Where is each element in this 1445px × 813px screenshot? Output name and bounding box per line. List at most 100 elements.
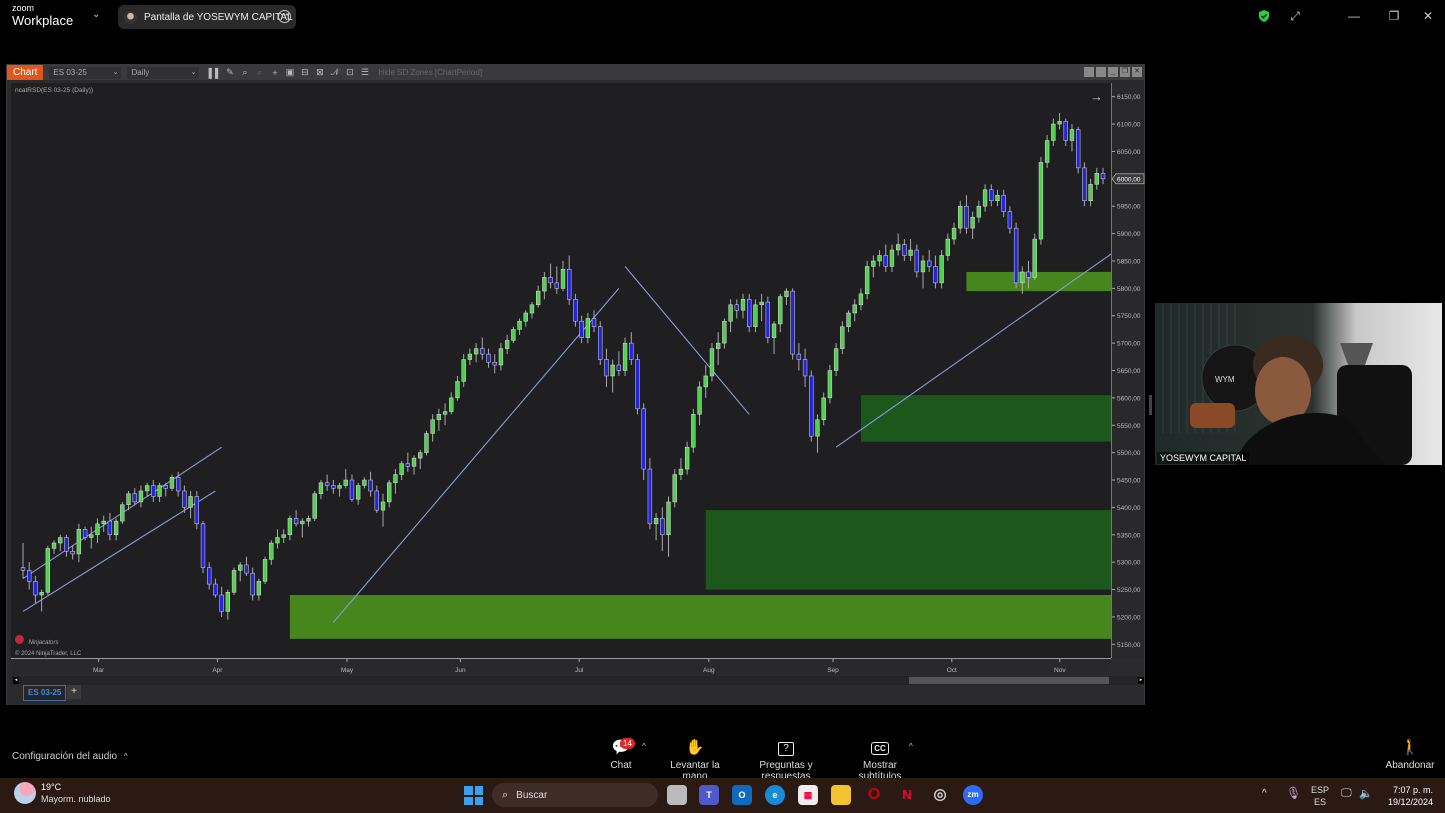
- y-tick-label: 5550,00: [1117, 423, 1141, 430]
- screen-share-indicator[interactable]: Pantalla de YOSEWYM CAPITAL •••: [118, 5, 296, 29]
- candle-down: [902, 244, 907, 256]
- hand-icon: ✋: [685, 739, 705, 756]
- hide-sd-zones-button[interactable]: Hide SD Zones [ChartPeriod]: [378, 68, 482, 77]
- candle-up: [945, 238, 951, 256]
- candle-up: [827, 370, 833, 399]
- taskbar-search[interactable]: ⌕ Buscar: [492, 783, 658, 807]
- chart-tab[interactable]: Chart: [7, 65, 44, 80]
- qa-button[interactable]: ? Preguntas y respuestas: [738, 738, 834, 782]
- network-icon[interactable]: 🖵: [1341, 787, 1352, 800]
- layout-icon[interactable]: [1096, 67, 1106, 77]
- restore-icon[interactable]: ❐: [1120, 67, 1130, 77]
- chart-trader-icon[interactable]: ⊟: [297, 67, 312, 78]
- candle-up: [188, 496, 193, 508]
- candle-down: [293, 518, 299, 525]
- data-box-icon[interactable]: ▣: [282, 67, 297, 78]
- language-indicator[interactable]: ESP ES: [1311, 784, 1329, 808]
- candle-down: [635, 359, 640, 410]
- chevron-down-icon[interactable]: ⌄: [92, 9, 100, 20]
- windows-start-icon[interactable]: [464, 786, 483, 805]
- minimize-icon[interactable]: —: [1331, 9, 1377, 23]
- audio-settings-button[interactable]: Configuración del audio ^: [12, 751, 128, 762]
- chat-badge: 14: [620, 738, 635, 749]
- participant-video[interactable]: WYM YOSEWYM CAPITAL: [1155, 303, 1442, 465]
- scroll-thumb[interactable]: [909, 677, 1109, 684]
- fullscreen-icon[interactable]: ⤢: [1285, 9, 1305, 24]
- candle-up: [287, 518, 293, 536]
- time-axis[interactable]: Mar Apr May Jun Jul Aug Sep Oct Nov: [11, 658, 1111, 675]
- task-view-icon[interactable]: [667, 785, 687, 805]
- candle-up: [560, 268, 566, 289]
- chart-toolbar: Chart ES 03-25 ⌄ Daily ⌄ ▌▌ ✎ ⌕ ⌕ + ▣ ⊟ ⊠ …: [7, 65, 1144, 80]
- close-icon[interactable]: ✕: [1132, 67, 1142, 77]
- strategies-icon[interactable]: ⊠: [312, 67, 327, 78]
- candle-up: [759, 301, 764, 306]
- close-icon[interactable]: ✕: [1411, 9, 1445, 23]
- price-axis-ticks: 6150,00 6100,00 6050,00 6000,00 5950,00 5900,…: [1112, 94, 1145, 649]
- candle-down: [182, 490, 187, 508]
- outlook-icon[interactable]: O: [732, 785, 752, 805]
- candle-up: [976, 205, 982, 218]
- candle-up: [411, 457, 417, 467]
- candle-down: [1082, 167, 1087, 201]
- weather-widget[interactable]: 19°C Mayorm. nublado: [14, 782, 111, 804]
- period-select[interactable]: Daily ⌄: [127, 66, 200, 79]
- resize-handle[interactable]: [1149, 395, 1152, 415]
- drawing-tool-icon[interactable]: ✎: [222, 67, 237, 78]
- candle-up: [1069, 129, 1075, 141]
- file-explorer-icon[interactable]: [831, 785, 851, 805]
- tray-overflow-icon[interactable]: ^: [1262, 788, 1267, 799]
- instrument-select[interactable]: ES 03-25 ⌄: [49, 66, 122, 79]
- candle-up: [306, 518, 311, 522]
- layout-icon[interactable]: [1084, 67, 1094, 77]
- candle-down: [802, 359, 808, 377]
- volume-icon[interactable]: 🔈: [1359, 787, 1373, 800]
- leave-button[interactable]: 🚶 Abandonar: [1384, 738, 1436, 771]
- crosshair-icon[interactable]: +: [267, 68, 282, 78]
- zoom-in-icon[interactable]: ⌕: [237, 67, 252, 78]
- candlestick-chart[interactable]: [11, 83, 1111, 658]
- zoom-out-icon[interactable]: ⌕: [252, 67, 267, 78]
- add-tab-button[interactable]: +: [67, 685, 81, 699]
- bars-type-icon[interactable]: ▌▌: [207, 68, 222, 78]
- caret-up-icon[interactable]: ^: [642, 742, 646, 751]
- candle-down: [331, 485, 336, 489]
- caret-up-icon[interactable]: ^: [909, 742, 913, 751]
- raise-hand-button[interactable]: ✋ Levantar la mano: [658, 738, 732, 782]
- teams-icon[interactable]: T: [699, 785, 719, 805]
- obs-icon[interactable]: ◎: [930, 785, 950, 805]
- y-tick-label: 5350,00: [1117, 532, 1141, 539]
- edge-icon[interactable]: e: [765, 785, 785, 805]
- opera-icon[interactable]: O: [864, 785, 884, 805]
- scroll-right-icon[interactable]: ▸: [1138, 677, 1144, 684]
- store-icon[interactable]: ▦: [798, 785, 818, 805]
- properties-list-icon[interactable]: ☰: [357, 67, 372, 78]
- tab-es-03-25[interactable]: ES 03-25: [23, 685, 67, 701]
- zoom-app-icon[interactable]: zm: [963, 785, 983, 805]
- chart-scrollbar[interactable]: ◂ ▸: [11, 676, 1144, 685]
- ninjatrader-icon[interactable]: N: [897, 785, 917, 805]
- scroll-left-icon[interactable]: ◂: [13, 677, 19, 684]
- arrow-right-icon[interactable]: →: [1090, 89, 1103, 104]
- price-chart-panel[interactable]: ncatRSD(ES 03-25 (Daily)) → Ninjacators …: [11, 83, 1111, 658]
- microphone-icon[interactable]: 🎙: [1286, 786, 1301, 800]
- restore-icon[interactable]: ❐: [1377, 9, 1411, 23]
- indicators-icon[interactable]: 𝒩: [327, 67, 342, 78]
- chat-button[interactable]: 💬 14 Chat: [606, 738, 636, 771]
- captions-button[interactable]: CC Mostrar subtítulos: [842, 738, 918, 782]
- candle-down: [163, 485, 168, 489]
- minimize-icon[interactable]: _: [1108, 67, 1118, 77]
- candle-down: [796, 353, 802, 360]
- sd-zone-demand: [705, 510, 1111, 590]
- candle-up: [784, 290, 789, 297]
- security-shield-icon[interactable]: [1257, 9, 1271, 23]
- y-tick-label: 5700,00: [1117, 341, 1141, 348]
- templates-icon[interactable]: ⊡: [342, 67, 357, 78]
- price-axis[interactable]: 6150,00 6100,00 6050,00 6000,00 5950,00 5900,…: [1111, 83, 1145, 658]
- candle-up: [653, 518, 659, 525]
- more-options-icon[interactable]: •••: [278, 10, 291, 23]
- candle-up: [126, 493, 131, 505]
- y-tick-label: 5850,00: [1117, 258, 1141, 265]
- candle-up: [231, 570, 237, 593]
- system-clock[interactable]: 7:07 p. m. 19/12/2024: [1388, 784, 1433, 808]
